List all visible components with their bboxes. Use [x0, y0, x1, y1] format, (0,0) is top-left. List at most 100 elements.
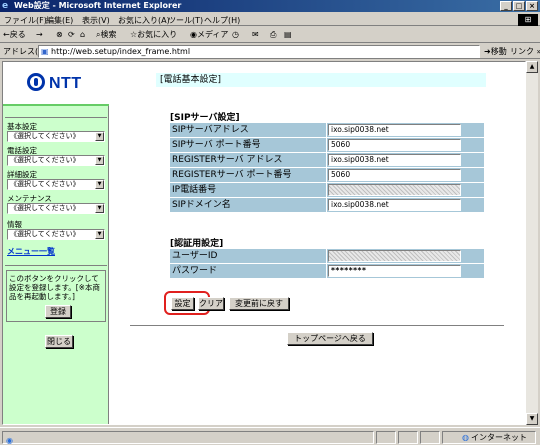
vertical-scrollbar[interactable]: ▲ ▼: [526, 61, 538, 425]
page-done-icon: ◉: [6, 436, 13, 445]
field-cell: 5060: [327, 168, 484, 182]
nav-select-maintenance[interactable]: 《選択してください》 ▼: [7, 203, 105, 214]
window-title-bar[interactable]: e Web設定 - Microsoft Internet Explorer _ …: [0, 0, 540, 12]
status-bar: ◉ ◍ インターネット: [0, 427, 540, 445]
field-cell: ********: [327, 264, 484, 278]
field-label: ユーザーID: [170, 249, 326, 263]
nav-label-basic: 基本設定: [7, 122, 37, 131]
menu-edit[interactable]: 編集(E): [46, 15, 73, 26]
ip-phone-number-input[interactable]: [328, 184, 461, 196]
ntt-logo: NTT: [3, 62, 109, 106]
dropdown-arrow-icon: ▼: [95, 156, 104, 165]
section-divider: [130, 325, 504, 327]
edit-icon[interactable]: ▤: [284, 29, 292, 41]
forward-button[interactable]: →: [36, 29, 43, 41]
nav-select-value: 《選択してください》: [10, 230, 80, 238]
window-controls: _ □ ×: [500, 1, 538, 11]
scroll-down-icon[interactable]: ▼: [526, 413, 538, 425]
browser-content: NTT 基本設定 《選択してください》 ▼ 電話設定 《選択してください》 ▼ …: [2, 61, 526, 425]
close-button[interactable]: 閉じる: [45, 335, 73, 348]
nav-label-maintenance: メンテナンス: [7, 194, 52, 203]
search-label: 検索: [100, 30, 117, 39]
menu-tools[interactable]: ツール(T): [168, 15, 203, 26]
media-button[interactable]: ◉メディア: [190, 29, 228, 41]
minimize-button[interactable]: _: [500, 1, 512, 11]
home-icon[interactable]: ⌂: [80, 29, 85, 41]
form-row: パスワード ********: [170, 264, 484, 279]
top-page-button[interactable]: トップページへ戻る: [287, 332, 373, 345]
field-label: IP電話番号: [170, 183, 326, 197]
form-row: REGISTERサーバ ポート番号 5060: [170, 168, 484, 183]
register-note-box: このボタンをクリックして設定を登録します。[※本商品を再起動します。] 登録: [6, 270, 106, 322]
field-cell: 5060: [327, 138, 484, 152]
status-message-cell: ◉: [2, 431, 374, 445]
menu-favorites[interactable]: お気に入り(A): [118, 15, 170, 26]
nav-group-info: 情報 《選択してください》 ▼: [7, 220, 105, 240]
go-label: 移動: [490, 47, 507, 56]
sidebar-divider: [5, 265, 107, 266]
zone-label: インターネット: [470, 433, 527, 442]
stop-icon[interactable]: ⊗: [56, 29, 63, 41]
nav-label-info: 情報: [7, 220, 22, 229]
password-input[interactable]: ********: [328, 265, 461, 277]
status-cell: [376, 431, 396, 444]
media-icon: ◉: [190, 30, 197, 39]
field-cell: [327, 249, 484, 263]
field-label: SIPドメイン名: [170, 198, 326, 212]
sip-server-port-input[interactable]: 5060: [328, 139, 461, 151]
search-button[interactable]: ⌕検索: [96, 29, 116, 41]
sip-server-address-input[interactable]: ixo.sip0038.net: [328, 124, 461, 136]
set-button[interactable]: 設定: [171, 297, 194, 310]
form-row: REGISTERサーバ アドレス ixo.sip0038.net: [170, 153, 484, 168]
sidebar-divider: [5, 117, 107, 118]
nav-select-value: 《選択してください》: [10, 180, 80, 188]
history-icon[interactable]: ◷: [232, 29, 239, 41]
sip-domain-input[interactable]: ixo.sip0038.net: [328, 199, 461, 211]
menu-file[interactable]: ファイル(F): [4, 15, 47, 26]
menu-bar: ファイル(F) 編集(E) 表示(V) お気に入り(A) ツール(T) ヘルプ(…: [0, 13, 540, 26]
nav-group-phone: 電話設定 《選択してください》 ▼: [7, 146, 105, 166]
go-button[interactable]: ➜移動: [484, 46, 507, 57]
scroll-up-icon[interactable]: ▲: [526, 61, 538, 73]
nav-select-value: 《選択してください》: [10, 156, 80, 164]
form-row: SIPサーバ ポート番号 5060: [170, 138, 484, 153]
main-frame: [電話基本設定] [SIPサーバ設定] SIPサーバアドレス ixo.sip00…: [110, 62, 525, 424]
clear-button[interactable]: クリア: [198, 297, 224, 310]
refresh-icon[interactable]: ⟳: [68, 29, 75, 41]
nav-select-advanced[interactable]: 《選択してください》 ▼: [7, 179, 105, 190]
menu-list-link[interactable]: メニュー一覧: [7, 246, 55, 257]
form-row: ユーザーID: [170, 249, 484, 264]
address-bar: アドレス(D) ▣ http://web.setup/index_frame.h…: [0, 44, 540, 59]
user-id-input[interactable]: [328, 250, 461, 262]
register-server-port-input[interactable]: 5060: [328, 169, 461, 181]
register-button[interactable]: 登録: [45, 305, 71, 318]
nav-select-info[interactable]: 《選択してください》 ▼: [7, 229, 105, 240]
field-label: パスワード: [170, 264, 326, 278]
register-server-address-input[interactable]: ixo.sip0038.net: [328, 154, 461, 166]
nav-label-advanced: 詳細設定: [7, 170, 37, 179]
dropdown-arrow-icon: ▼: [95, 132, 104, 141]
print-icon[interactable]: ⎙: [270, 29, 276, 41]
back-button[interactable]: ←戻る: [3, 29, 26, 41]
menu-help[interactable]: ヘルプ(H): [204, 15, 240, 26]
revert-button[interactable]: 変更前に戻す: [229, 297, 289, 310]
status-cell: [398, 431, 418, 444]
globe-icon: ◍: [462, 433, 469, 442]
close-window-button[interactable]: ×: [526, 1, 538, 11]
maximize-button[interactable]: □: [513, 1, 525, 11]
nav-select-basic[interactable]: 《選択してください》 ▼: [7, 131, 105, 142]
nav-select-value: 《選択してください》: [10, 204, 80, 212]
window-title: Web設定 - Microsoft Internet Explorer: [14, 1, 182, 10]
menu-view[interactable]: 表示(V): [82, 15, 110, 26]
sidebar-frame: NTT 基本設定 《選択してください》 ▼ 電話設定 《選択してください》 ▼ …: [3, 62, 109, 424]
links-button[interactable]: リンク »: [510, 46, 540, 57]
form-row: SIPドメイン名 ixo.sip0038.net: [170, 198, 484, 213]
nav-select-phone[interactable]: 《選択してください》 ▼: [7, 155, 105, 166]
form-row: SIPサーバアドレス ixo.sip0038.net: [170, 123, 484, 138]
field-label: REGISTERサーバ アドレス: [170, 153, 326, 167]
address-input[interactable]: ▣ http://web.setup/index_frame.html: [38, 45, 480, 58]
media-label: メディア: [196, 30, 229, 39]
mail-icon[interactable]: ✉: [252, 29, 259, 41]
dropdown-arrow-icon: ▼: [95, 180, 104, 189]
favorites-button[interactable]: ☆お気に入り: [130, 29, 177, 41]
